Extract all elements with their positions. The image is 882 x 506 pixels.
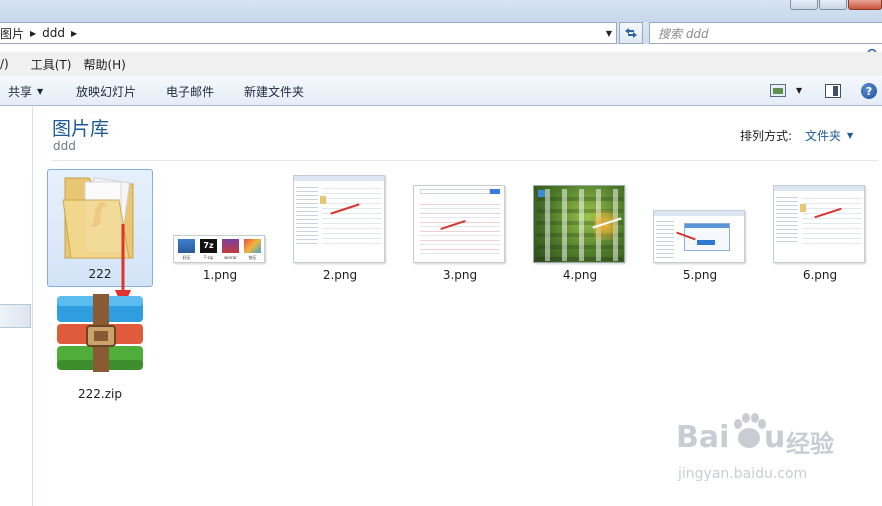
watermark-url: jingyan.baidu.com (678, 466, 808, 482)
email-button[interactable]: 电子邮件 (166, 83, 214, 100)
thumb-titlebar (294, 176, 384, 181)
thumb-window-icon (538, 190, 545, 197)
address-row: 图片 ▶ ddd ▶ ▼ 搜索 ddd (0, 22, 882, 61)
thumb-dialog-header (685, 224, 729, 228)
app-caption: 7-zip (203, 255, 214, 260)
slideshow-button[interactable]: 放映幻灯片 (76, 83, 136, 100)
item-label: 222 (88, 267, 112, 281)
breadcrumb-item-ddd[interactable]: ddd (38, 26, 69, 40)
image-item-5[interactable]: 5.png (645, 175, 755, 285)
refresh-button[interactable] (619, 22, 643, 44)
thumb-content (802, 194, 862, 244)
address-dropdown-icon[interactable]: ▼ (606, 29, 612, 38)
app-icon-kuaiya (244, 239, 261, 253)
header-divider (52, 160, 878, 161)
arrange-by-label: 排列方式: (740, 129, 793, 143)
maximize-button[interactable] (819, 0, 847, 10)
command-bar: 共享 ▼ 放映幻灯片 电子邮件 新建文件夹 ▼ ? (0, 76, 882, 106)
menu-bar: /) 工具(T) 帮助(H) (0, 52, 882, 76)
folder-item-222[interactable]: 222 (47, 169, 153, 287)
app-caption: 快压 (248, 255, 257, 260)
menu-tools[interactable]: 工具(T) (25, 56, 78, 73)
image-thumbnail: 7z 好压 7-zip winrar 快压 (173, 235, 265, 263)
item-label: 222.zip (78, 387, 122, 401)
item-label: 5.png (682, 268, 718, 282)
app-icon-haozip (178, 239, 195, 253)
app-icon-winrar (222, 239, 239, 253)
watermark-brand-cn: 经验 (786, 430, 834, 458)
app-icon-7zip: 7z (200, 239, 217, 253)
address-bar[interactable]: 图片 ▶ ddd ▶ ▼ (0, 22, 617, 44)
item-label: 1.png (202, 268, 238, 282)
image-thumbnail (413, 185, 505, 263)
share-button[interactable]: 共享 ▼ (8, 83, 43, 100)
arrange-by-dropdown[interactable]: 文件夹 ▼ (805, 127, 853, 144)
image-item-1[interactable]: 7z 好压 7-zip winrar 快压 1.png (165, 175, 275, 285)
breadcrumb-item-pictures[interactable]: 图片 (0, 25, 28, 42)
thumb-nav (296, 184, 318, 244)
thumb-nav (656, 218, 674, 260)
thumb-dialog-button (697, 240, 715, 245)
chevron-down-icon: ▼ (37, 87, 44, 96)
window-controls (789, 0, 882, 10)
archive-item-222zip[interactable]: 222.zip (47, 294, 153, 404)
winrar-archive-icon (57, 294, 143, 372)
minimize-button[interactable] (790, 0, 818, 10)
window-titlebar (0, 0, 882, 22)
preview-pane-icon[interactable] (825, 84, 841, 98)
library-subtitle: ddd (53, 139, 76, 153)
paw-icon (734, 413, 766, 448)
thumb-search-bar (420, 189, 490, 194)
image-item-2[interactable]: 2.png (285, 175, 395, 285)
watermark-brand-left: Bai (676, 420, 730, 455)
app-caption: winrar (224, 255, 237, 260)
image-item-3[interactable]: 3.png (405, 175, 515, 285)
image-item-6[interactable]: 6.png (765, 175, 875, 285)
thumb-titlebar (654, 211, 744, 216)
breadcrumb: 图片 ▶ ddd ▶ (0, 25, 79, 42)
library-title: 图片库 (52, 118, 110, 140)
view-options-dropdown-icon[interactable]: ▼ (796, 86, 802, 95)
breadcrumb-chevron-icon[interactable]: ▶ (69, 29, 79, 38)
item-label: 6.png (802, 268, 838, 282)
item-label: 3.png (442, 268, 478, 282)
arrange-by-value: 文件夹 (805, 129, 842, 143)
baidu-jingyan-watermark: Bai u 经验 jingyan.baidu.com (676, 406, 836, 496)
image-item-4[interactable]: 4.png (525, 175, 635, 285)
change-view-icon[interactable] (770, 84, 786, 97)
image-thumbnail (773, 185, 865, 263)
new-folder-button[interactable]: 新建文件夹 (244, 83, 304, 100)
menu-help[interactable]: 帮助(H) (77, 56, 131, 73)
thumb-file-icon (800, 204, 806, 212)
nav-pane-scroll-item[interactable] (0, 304, 31, 328)
search-input[interactable]: 搜索 ddd (649, 22, 882, 44)
image-thumbnail (653, 210, 745, 263)
refresh-icon (625, 28, 637, 38)
thumb-search-button (490, 189, 500, 194)
breadcrumb-chevron-icon[interactable]: ▶ (28, 29, 38, 38)
app-caption: 好压 (182, 255, 191, 260)
thumb-results (420, 200, 500, 258)
thumb-file-icon (320, 196, 326, 204)
close-button[interactable] (848, 0, 882, 10)
help-icon[interactable]: ? (861, 83, 877, 99)
image-thumbnail (293, 175, 385, 263)
watermark-brand-right: u (764, 420, 786, 455)
menu-view[interactable]: /) (0, 57, 15, 71)
thumb-nav (776, 194, 798, 244)
navigation-pane (0, 107, 33, 506)
item-label: 4.png (562, 268, 598, 282)
item-label: 2.png (322, 268, 358, 282)
share-label: 共享 (8, 85, 33, 99)
chevron-down-icon: ▼ (847, 131, 854, 140)
image-thumbnail (533, 185, 625, 263)
thumb-titlebar (774, 186, 864, 191)
